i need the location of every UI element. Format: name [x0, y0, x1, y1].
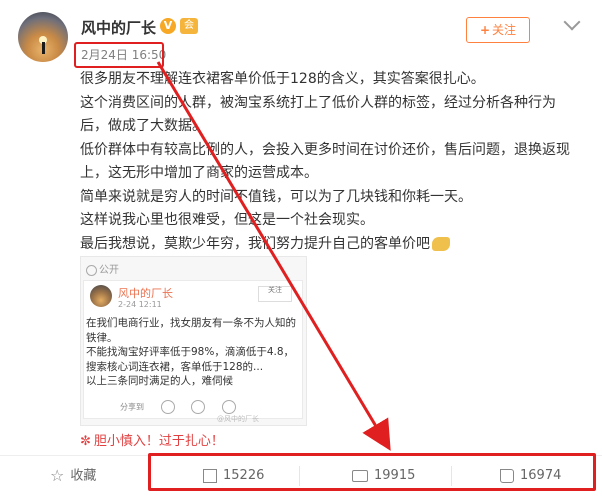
globe-icon [86, 264, 97, 276]
follow-button[interactable]: + 关注 [466, 17, 530, 43]
inner-line: 搜索核心词连衣裙，客单低于128的... [86, 360, 264, 373]
post-line: 很多朋友不理解连衣裙客单价低于128的含义，其实答案很扎心。 [80, 71, 485, 87]
inner-username: 风中的厂长 [118, 287, 173, 300]
avatar-person [42, 42, 45, 54]
inner-line: 在我们电商行业，找女朋友有一条不为人知的 [86, 317, 296, 329]
flower-icon: ✼ [80, 434, 91, 449]
favorite-label: 收藏 [70, 468, 97, 484]
follow-label: 关注 [492, 23, 517, 37]
post-line-last: 最后我想说，莫欺少年穷，我们努力提升自己的客单价吧 [80, 233, 595, 257]
visibility-text: 公开 [99, 265, 119, 276]
inner-share-row: 分享到 [120, 400, 236, 414]
moments-icon [191, 400, 206, 414]
inner-avatar [90, 285, 112, 307]
actions-highlight-box [148, 453, 596, 491]
favorite-button[interactable]: ☆ 收藏 [50, 462, 96, 490]
post-line: 这样说我心里也很难受，但这是一个社会现实。 [80, 212, 374, 228]
inner-follow-button: 关注 [258, 286, 292, 302]
inner-post-text: 在我们电商行业，找女朋友有一条不为人知的 铁律。 不能找淘宝好评率低于98%，滴… [86, 316, 298, 389]
inner-share-label: 分享到 [120, 402, 144, 412]
wechat-icon [160, 400, 175, 414]
timestamp-highlight-box [74, 42, 164, 68]
post-line: 上，这无形中增加了商家的运营成本。 [80, 165, 318, 181]
post-line: 低价群体中有较高比例的人，会投入更多时间在讨价还价，售后问题，退换返现 [80, 141, 570, 158]
level-icon: 会 [180, 18, 198, 34]
inner-line: 以上三条同时满足的人，难伺候 [86, 375, 233, 387]
inner-line: 不能找淘宝好评率低于98%，滴滴低于4.8， [86, 346, 295, 358]
visibility-label: 公开 [86, 261, 119, 276]
qq-icon [221, 400, 236, 414]
caption-text: 胆小慎入！过于扎心！ [93, 434, 224, 449]
verified-icon: V [160, 18, 176, 34]
flex-arm-emoji [432, 236, 450, 251]
post-line: 简单来说就是穷人的时间不值钱，可以为了几块钱和你耗一天。 [80, 188, 472, 205]
caption: ✼ 胆小慎入！过于扎心！ [80, 430, 224, 449]
star-icon: ☆ [50, 466, 65, 485]
post-line: 最后我想说，莫欺少年穷，我们努力提升自己的客单价吧 [80, 235, 430, 252]
inner-line: 铁律。 [86, 331, 118, 344]
post-line: 这个消费区间的人群，被淘宝系统打上了低价人群的标签，经过分析各种行为 [80, 94, 556, 111]
post-line: 后，做成了大数据。 [80, 118, 206, 134]
username[interactable]: 风中的厂长 [81, 17, 156, 38]
chevron-down-icon[interactable] [563, 13, 581, 31]
avatar[interactable] [18, 12, 68, 62]
inner-timestamp: 2-24 12:11 [118, 300, 162, 309]
post-text: 很多朋友不理解连衣裙客单价低于128的含义，其实答案很扎心。 这个消费区间的人群… [80, 68, 595, 256]
plus-icon: + [479, 23, 491, 37]
watermark: @风中的厂长 [217, 415, 259, 423]
